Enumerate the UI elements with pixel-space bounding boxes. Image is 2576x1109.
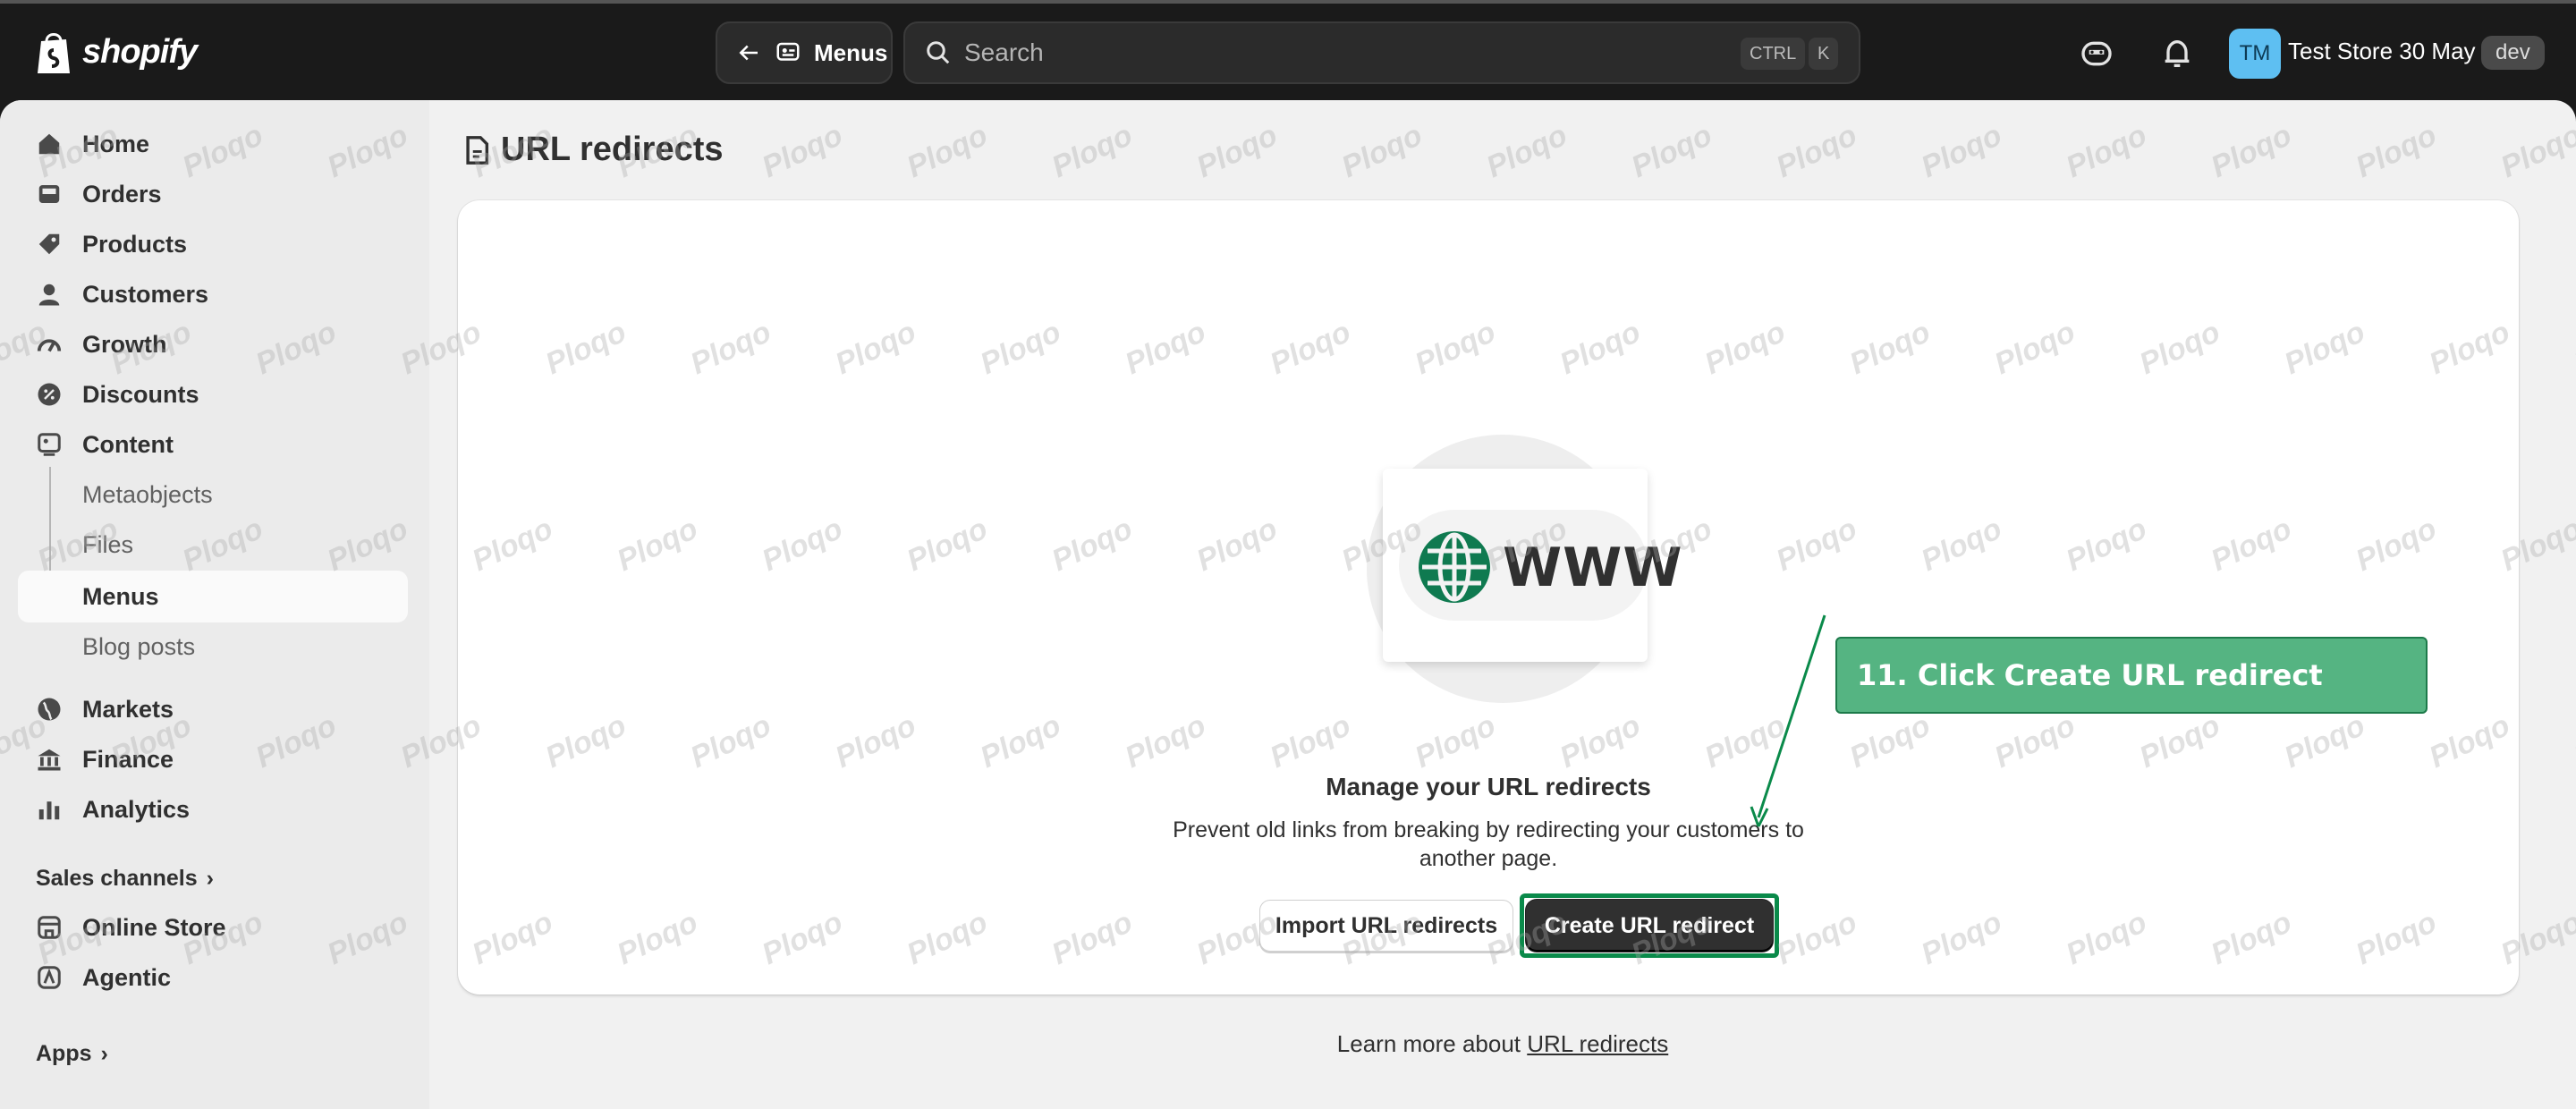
content-icon xyxy=(38,433,61,456)
bank-icon xyxy=(38,749,61,771)
sidebar-item-agentic[interactable]: Agentic xyxy=(18,953,408,1002)
store-badge: dev xyxy=(2481,36,2545,70)
sidebar-subitem-metaobjects[interactable]: Metaobjects xyxy=(82,472,213,517)
chevron-right-icon: › xyxy=(206,866,214,891)
learn-more-footer: Learn more about URL redirects xyxy=(429,1030,2576,1058)
sidebar-item-label: Customers xyxy=(82,280,209,308)
empty-state-description: Prevent old links from breaking by redir… xyxy=(1173,817,1804,871)
sidebar-item-label: Content xyxy=(82,430,174,458)
discount-icon xyxy=(38,383,61,406)
sidebar-item-label: Orders xyxy=(82,180,162,207)
brand-name: shopify xyxy=(82,32,198,71)
top-bar: shopify Menus Search CTRL K TM Test Stor… xyxy=(0,0,2576,100)
agentic-icon xyxy=(38,966,61,989)
store-icon xyxy=(38,916,61,939)
app-shell: Home Orders Products Customers Growth Di… xyxy=(0,100,2576,1109)
sidebar-subitem-files[interactable]: Files xyxy=(82,522,133,567)
active-item-highlight xyxy=(18,571,408,622)
page-title-text: URL redirects xyxy=(501,131,724,168)
bell-icon[interactable] xyxy=(2159,36,2195,72)
sidekick-icon[interactable] xyxy=(2079,36,2114,72)
sidebar-item-products[interactable]: Products xyxy=(18,220,408,268)
section-label-text: Sales channels xyxy=(36,866,198,891)
sidebar-item-label: Products xyxy=(82,230,188,258)
arrow-left-icon xyxy=(739,45,758,61)
shopify-bag-icon xyxy=(38,33,70,73)
search-icon xyxy=(927,41,950,64)
sidebar-item-home[interactable]: Home xyxy=(18,120,408,168)
section-label-text: Apps xyxy=(36,1041,92,1066)
shortcut-ctrl: CTRL xyxy=(1741,38,1806,70)
empty-state-card: WWW Manage your URL redirects Prevent ol… xyxy=(458,200,2519,995)
home-icon xyxy=(38,133,60,155)
sidebar-item-growth[interactable]: Growth xyxy=(18,320,408,368)
sidebar-item-label: Growth xyxy=(82,330,167,358)
sidebar-item-markets[interactable]: Markets xyxy=(18,685,408,733)
tag-icon xyxy=(38,233,60,255)
annotation-callout: 11. Click Create URL redirect xyxy=(1835,637,2428,714)
page-title: URL redirects xyxy=(463,131,724,169)
back-to-menus-button[interactable]: Menus xyxy=(716,21,893,84)
avatar[interactable]: TM xyxy=(2229,29,2281,79)
sidebar-item-label: Online Store xyxy=(82,913,226,941)
sidebar-item-customers[interactable]: Customers xyxy=(18,270,408,318)
sidebar-item-analytics[interactable]: Analytics xyxy=(18,785,408,834)
sidebar-item-discounts[interactable]: Discounts xyxy=(18,370,408,419)
globe-icon xyxy=(38,698,61,721)
chevron-right-icon: › xyxy=(100,1041,108,1066)
store-name[interactable]: Test Store 30 May xyxy=(2288,38,2476,65)
globe-icon xyxy=(1419,531,1490,603)
sidebar-item-online-store[interactable]: Online Store xyxy=(18,903,408,952)
url-redirects-link[interactable]: URL redirects xyxy=(1527,1030,1668,1057)
back-label: Menus xyxy=(814,38,888,66)
inbox-icon xyxy=(38,185,60,203)
sidebar-item-finance[interactable]: Finance xyxy=(18,735,408,783)
person-icon xyxy=(38,284,60,306)
illustration-www-text: WWW xyxy=(1503,537,1683,599)
sidebar-item-content[interactable]: Content xyxy=(18,420,408,469)
chart-icon xyxy=(38,801,60,820)
sidebar-item-label: Markets xyxy=(82,695,174,723)
sidebar: Home Orders Products Customers Growth Di… xyxy=(0,100,429,1109)
sidebar-item-label: Agentic xyxy=(82,963,172,991)
apps-heading[interactable]: Apps › xyxy=(36,1041,108,1067)
menus-icon xyxy=(776,42,800,61)
learn-more-prefix: Learn more about xyxy=(1336,1030,1528,1057)
gauge-icon xyxy=(37,339,62,352)
sidebar-item-label: Home xyxy=(82,130,150,157)
shortcut-k: K xyxy=(1809,38,1839,70)
sidebar-item-label: Analytics xyxy=(82,795,191,823)
empty-state-title: Manage your URL redirects xyxy=(1326,773,1651,800)
sales-channels-heading[interactable]: Sales channels › xyxy=(36,866,214,892)
sidebar-subitem-menus[interactable]: Menus xyxy=(82,574,159,619)
shopify-logo[interactable]: shopify xyxy=(34,29,198,75)
sidebar-item-orders[interactable]: Orders xyxy=(18,170,408,218)
sidebar-subitem-blog-posts[interactable]: Blog posts xyxy=(82,624,195,669)
main-content: URL redirects WWW Manage your URL redire… xyxy=(429,100,2576,1109)
create-url-redirect-button[interactable]: Create URL redirect xyxy=(1526,900,1773,952)
search-input[interactable]: Search CTRL K xyxy=(903,21,1860,84)
sidebar-item-label: Finance xyxy=(82,745,174,773)
search-placeholder: Search xyxy=(964,38,1044,66)
sidebar-item-label: Discounts xyxy=(82,380,199,408)
import-url-redirects-button[interactable]: Import URL redirects xyxy=(1259,900,1513,952)
page-icon xyxy=(466,135,489,165)
